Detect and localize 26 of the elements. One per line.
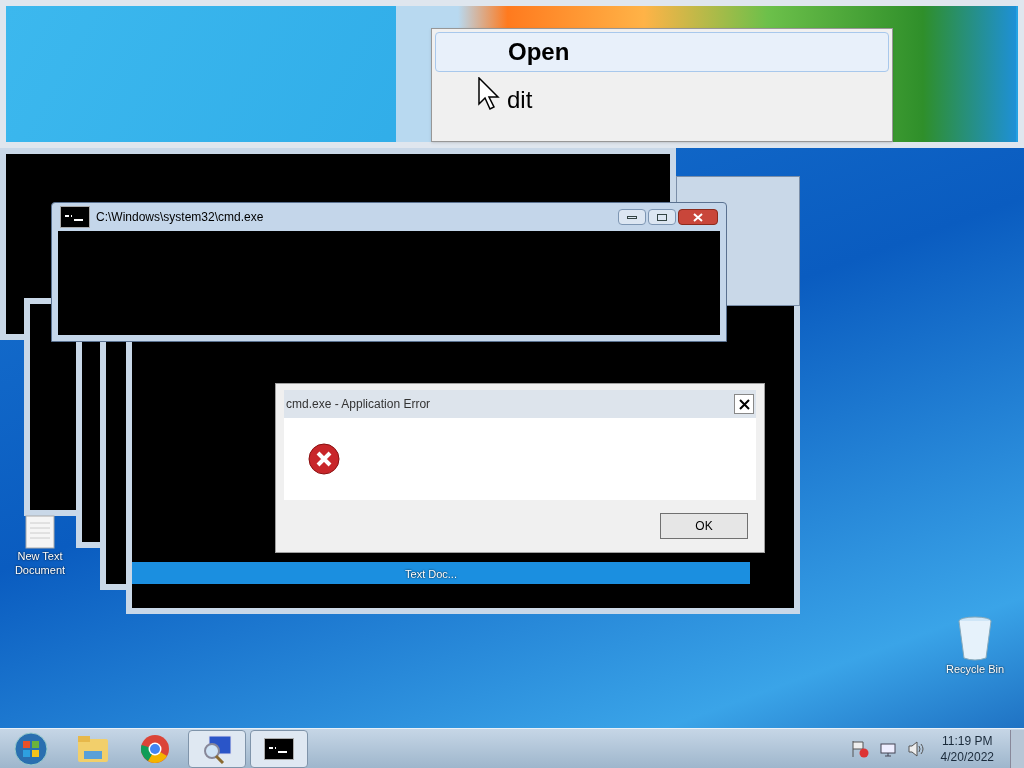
maximize-button[interactable]: [648, 209, 676, 225]
taskbar-button[interactable]: [250, 729, 308, 768]
close-button[interactable]: [734, 394, 754, 414]
browser-icon: [140, 733, 170, 764]
error-icon: [308, 443, 340, 475]
clock[interactable]: 11:19 PM 4/20/2022: [934, 732, 1000, 765]
flag-icon[interactable]: [850, 739, 869, 758]
window-title: C:\Windows\system32\cmd.exe: [96, 209, 265, 226]
magnifier-icon: [201, 733, 233, 764]
windows-orb-icon: [14, 731, 48, 766]
close-icon: [738, 398, 750, 410]
speaker-icon[interactable]: [906, 739, 925, 758]
mouse-cursor-icon: [478, 77, 500, 111]
console-icon: [264, 737, 294, 760]
minimize-button[interactable]: [618, 209, 646, 225]
menu-item[interactable]: Open: [435, 32, 889, 72]
close-button[interactable]: [678, 209, 718, 225]
ok-button[interactable]: OK: [660, 513, 748, 539]
folder-icon: [77, 734, 109, 763]
desktop-icon-label[interactable]: New Text Document: [6, 549, 74, 577]
recycle-bin-icon: [957, 616, 993, 662]
close-icon: [693, 212, 703, 222]
console-icon: [60, 206, 90, 228]
dialog-title: cmd.exe - Application Error: [286, 396, 432, 413]
menu-item[interactable]: dit: [435, 80, 889, 120]
text-file-icon: [25, 515, 55, 549]
